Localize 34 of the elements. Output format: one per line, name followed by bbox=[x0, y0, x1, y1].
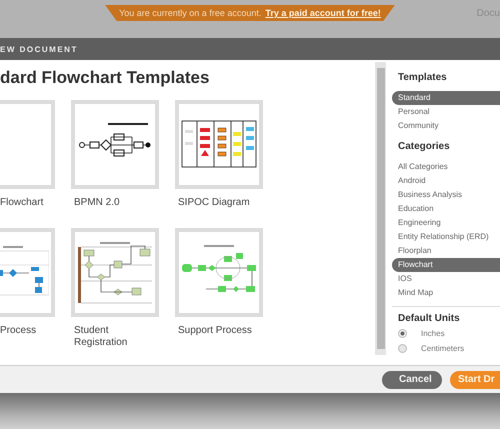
category-item[interactable]: Flowchart bbox=[392, 258, 500, 272]
category-item[interactable]: Business Analysis bbox=[392, 188, 500, 202]
template-title: Support Process bbox=[177, 325, 252, 338]
template-card[interactable] bbox=[175, 100, 263, 189]
category-item[interactable]: Engineering bbox=[392, 216, 500, 230]
category-item[interactable]: Mind Map bbox=[392, 286, 500, 300]
template-title: Flowchart bbox=[0, 197, 44, 210]
category-item[interactable]: Education bbox=[392, 202, 500, 216]
template-title: Process bbox=[0, 325, 36, 338]
template-source-item[interactable]: Personal bbox=[392, 105, 500, 119]
template-title: BPMN 2.0 bbox=[73, 197, 120, 210]
category-item[interactable]: Floorplan bbox=[392, 244, 500, 258]
template-source-item[interactable]: Standard bbox=[392, 91, 500, 105]
template-title: SIPOC Diagram bbox=[177, 197, 250, 210]
section-heading: Default Units bbox=[398, 313, 461, 324]
cancel-button[interactable]: Cancel bbox=[382, 370, 442, 388]
template-source-item[interactable]: Community bbox=[392, 119, 500, 133]
section-heading: Categories bbox=[398, 141, 451, 152]
scrollbar[interactable] bbox=[375, 62, 386, 355]
category-item[interactable]: Entity Relationship (ERD) bbox=[392, 230, 500, 244]
dialog-title: EW DOCUMENT bbox=[0, 44, 78, 54]
free-account-banner: You are currently on a free account. Try a paid account for free! bbox=[105, 5, 395, 21]
template-title: Student Registration bbox=[73, 325, 128, 349]
radio-label: Inches bbox=[421, 329, 445, 338]
radio-label: Centimeters bbox=[421, 344, 464, 353]
section-heading: Templates bbox=[398, 72, 448, 83]
page-heading: dard Flowchart Templates bbox=[0, 68, 210, 88]
template-card[interactable] bbox=[71, 100, 159, 189]
radio-button[interactable] bbox=[398, 344, 407, 353]
category-item[interactable]: All Categories bbox=[392, 160, 500, 174]
upgrade-link[interactable]: Try a paid account for free! bbox=[265, 8, 381, 18]
radio-button[interactable] bbox=[398, 329, 407, 338]
category-item[interactable]: IOS bbox=[392, 272, 500, 286]
category-item[interactable]: Android bbox=[392, 174, 500, 188]
